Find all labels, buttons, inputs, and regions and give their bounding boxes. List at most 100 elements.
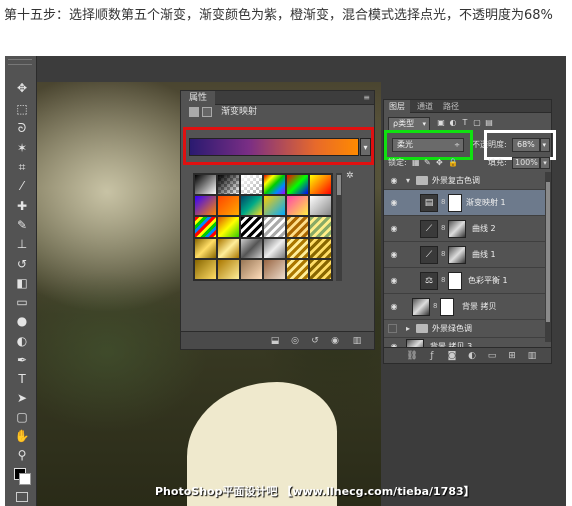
gradient-tool-icon[interactable]: ▭: [13, 294, 31, 311]
eye-icon[interactable]: ◉: [388, 302, 400, 312]
gradient-preview[interactable]: [189, 138, 359, 156]
gradient-preset[interactable]: [195, 259, 216, 279]
history-brush-tool-icon[interactable]: ↺: [13, 256, 31, 273]
panel-menu-icon[interactable]: ≡: [363, 93, 370, 103]
preset-scrollbar-thumb[interactable]: [337, 175, 341, 195]
link-icon[interactable]: 8: [441, 198, 445, 206]
layer-mask-thumbnail[interactable]: [448, 194, 462, 212]
lock-pixels-icon[interactable]: ✎: [424, 156, 431, 170]
layer-row-background-copy[interactable]: ◉ 8 背景 拷贝: [384, 294, 546, 320]
layer-mask-thumbnail[interactable]: [448, 272, 462, 290]
gradient-preset[interactable]: [195, 217, 216, 237]
layer-style-icon[interactable]: ƒ: [426, 350, 438, 362]
new-group-icon[interactable]: ▭: [486, 350, 498, 362]
move-tool-icon[interactable]: ✥: [13, 80, 31, 97]
pen-tool-icon[interactable]: ✒: [13, 352, 31, 369]
link-icon[interactable]: 8: [441, 224, 445, 232]
layer-mask-thumbnail[interactable]: [448, 220, 466, 238]
fill-dropdown-icon[interactable]: ▾: [540, 157, 550, 169]
preset-scrollbar[interactable]: [336, 173, 342, 281]
gradient-preset[interactable]: [264, 238, 285, 258]
tab-paths[interactable]: 路径: [438, 100, 464, 113]
layers-scrollbar[interactable]: [545, 172, 551, 342]
visibility-eye-icon[interactable]: ◉: [329, 335, 341, 347]
gradient-picker-gear-icon[interactable]: ✲: [346, 171, 354, 181]
gradient-preset[interactable]: [218, 175, 239, 195]
eye-icon[interactable]: ◉: [388, 198, 400, 208]
gradient-preset[interactable]: [241, 175, 262, 195]
layer-row-group[interactable]: ◉ ▾ 外景复古色调: [384, 172, 546, 190]
shape-filter-icon[interactable]: ▢: [472, 117, 482, 129]
eye-icon[interactable]: ◉: [388, 250, 400, 260]
gradient-preset[interactable]: [287, 259, 308, 279]
chevron-right-icon[interactable]: ▸: [406, 324, 414, 333]
gradient-preset[interactable]: [310, 175, 331, 195]
tab-channels[interactable]: 通道: [412, 100, 438, 113]
path-selection-tool-icon[interactable]: ➤: [13, 390, 31, 407]
smart-object-filter-icon[interactable]: ▤: [484, 117, 494, 129]
lasso-tool-icon[interactable]: ᘐ: [13, 120, 31, 137]
gradient-preset[interactable]: [287, 175, 308, 195]
gradient-preset[interactable]: [241, 217, 262, 237]
magic-wand-tool-icon[interactable]: ✶: [13, 140, 31, 157]
type-filter-icon[interactable]: T: [460, 117, 470, 129]
crop-tool-icon[interactable]: ⌗: [13, 159, 31, 176]
new-layer-icon[interactable]: ⊞: [506, 350, 518, 362]
gradient-preset[interactable]: [218, 238, 239, 258]
layer-mask-thumbnail[interactable]: [448, 246, 466, 264]
lock-position-icon[interactable]: ✥: [436, 156, 443, 170]
gradient-preset[interactable]: [310, 217, 331, 237]
gradient-preset[interactable]: [195, 175, 216, 195]
layer-row-curves-1[interactable]: ◉ ⟋ 8 曲线 1: [384, 242, 546, 268]
layer-filter-select[interactable]: ρ类型 ▾: [388, 117, 430, 131]
gradient-preset[interactable]: [287, 217, 308, 237]
adjustment-filter-icon[interactable]: ◐: [448, 117, 458, 129]
gradient-preset[interactable]: [241, 238, 262, 258]
layer-mask-thumbnail[interactable]: [440, 298, 454, 316]
lock-all-icon[interactable]: 🔒: [448, 156, 458, 170]
gradient-preset[interactable]: [287, 238, 308, 258]
gradient-preset[interactable]: [218, 217, 239, 237]
eye-icon[interactable]: ◉: [388, 224, 400, 234]
layer-row-color-balance[interactable]: ◉ ⚖ 8 色彩平衡 1: [384, 268, 546, 294]
eyedropper-tool-icon[interactable]: ⁄: [13, 178, 31, 195]
chevron-down-icon[interactable]: ▾: [406, 176, 414, 185]
pixel-filter-icon[interactable]: ▣: [436, 117, 446, 129]
fill-input[interactable]: 100%: [512, 157, 540, 169]
link-icon[interactable]: 8: [441, 276, 445, 284]
gradient-preset[interactable]: [218, 259, 239, 279]
marquee-tool-icon[interactable]: ⬚: [13, 101, 31, 118]
gradient-preset[interactable]: [264, 196, 285, 216]
lock-transparent-icon[interactable]: ▦: [412, 156, 420, 170]
clip-to-layer-icon[interactable]: ⬓: [269, 335, 281, 347]
dodge-tool-icon[interactable]: ◐: [13, 333, 31, 350]
eraser-tool-icon[interactable]: ◧: [13, 275, 31, 292]
blur-tool-icon[interactable]: ●: [13, 313, 31, 330]
hidden-eye-icon[interactable]: [388, 324, 397, 333]
brush-tool-icon[interactable]: ✎: [13, 217, 31, 234]
gradient-preset[interactable]: [287, 196, 308, 216]
gradient-dropdown-button[interactable]: ▾: [360, 138, 371, 156]
properties-tab[interactable]: 属性: [181, 91, 216, 105]
layer-row-group-collapsed[interactable]: ▸ 外景绿色调: [384, 320, 546, 338]
delete-icon[interactable]: ▥: [351, 335, 363, 347]
background-color-swatch[interactable]: [19, 473, 31, 485]
view-previous-icon[interactable]: ◎: [289, 335, 301, 347]
type-tool-icon[interactable]: T: [13, 371, 31, 388]
eye-icon[interactable]: ◉: [388, 176, 400, 186]
gradient-preset[interactable]: [218, 196, 239, 216]
stamp-tool-icon[interactable]: ⊥: [13, 236, 31, 253]
gradient-preset[interactable]: [241, 196, 262, 216]
add-mask-icon[interactable]: ◙: [446, 350, 458, 362]
layer-row-curves-2[interactable]: ◉ ⟋ 8 曲线 2: [384, 216, 546, 242]
link-icon[interactable]: 8: [433, 302, 437, 310]
toolbar-grip[interactable]: [8, 59, 32, 65]
reset-icon[interactable]: ↺: [309, 335, 321, 347]
gradient-preset[interactable]: [310, 196, 331, 216]
gradient-preset[interactable]: [264, 259, 285, 279]
layer-row-gradient-map[interactable]: ◉ ▤ 8 渐变映射 1: [384, 190, 546, 216]
zoom-tool-icon[interactable]: ⚲: [13, 447, 31, 464]
shape-tool-icon[interactable]: ▢: [13, 409, 31, 426]
tab-layers[interactable]: 图层: [384, 100, 410, 113]
hand-tool-icon[interactable]: ✋: [13, 428, 31, 445]
